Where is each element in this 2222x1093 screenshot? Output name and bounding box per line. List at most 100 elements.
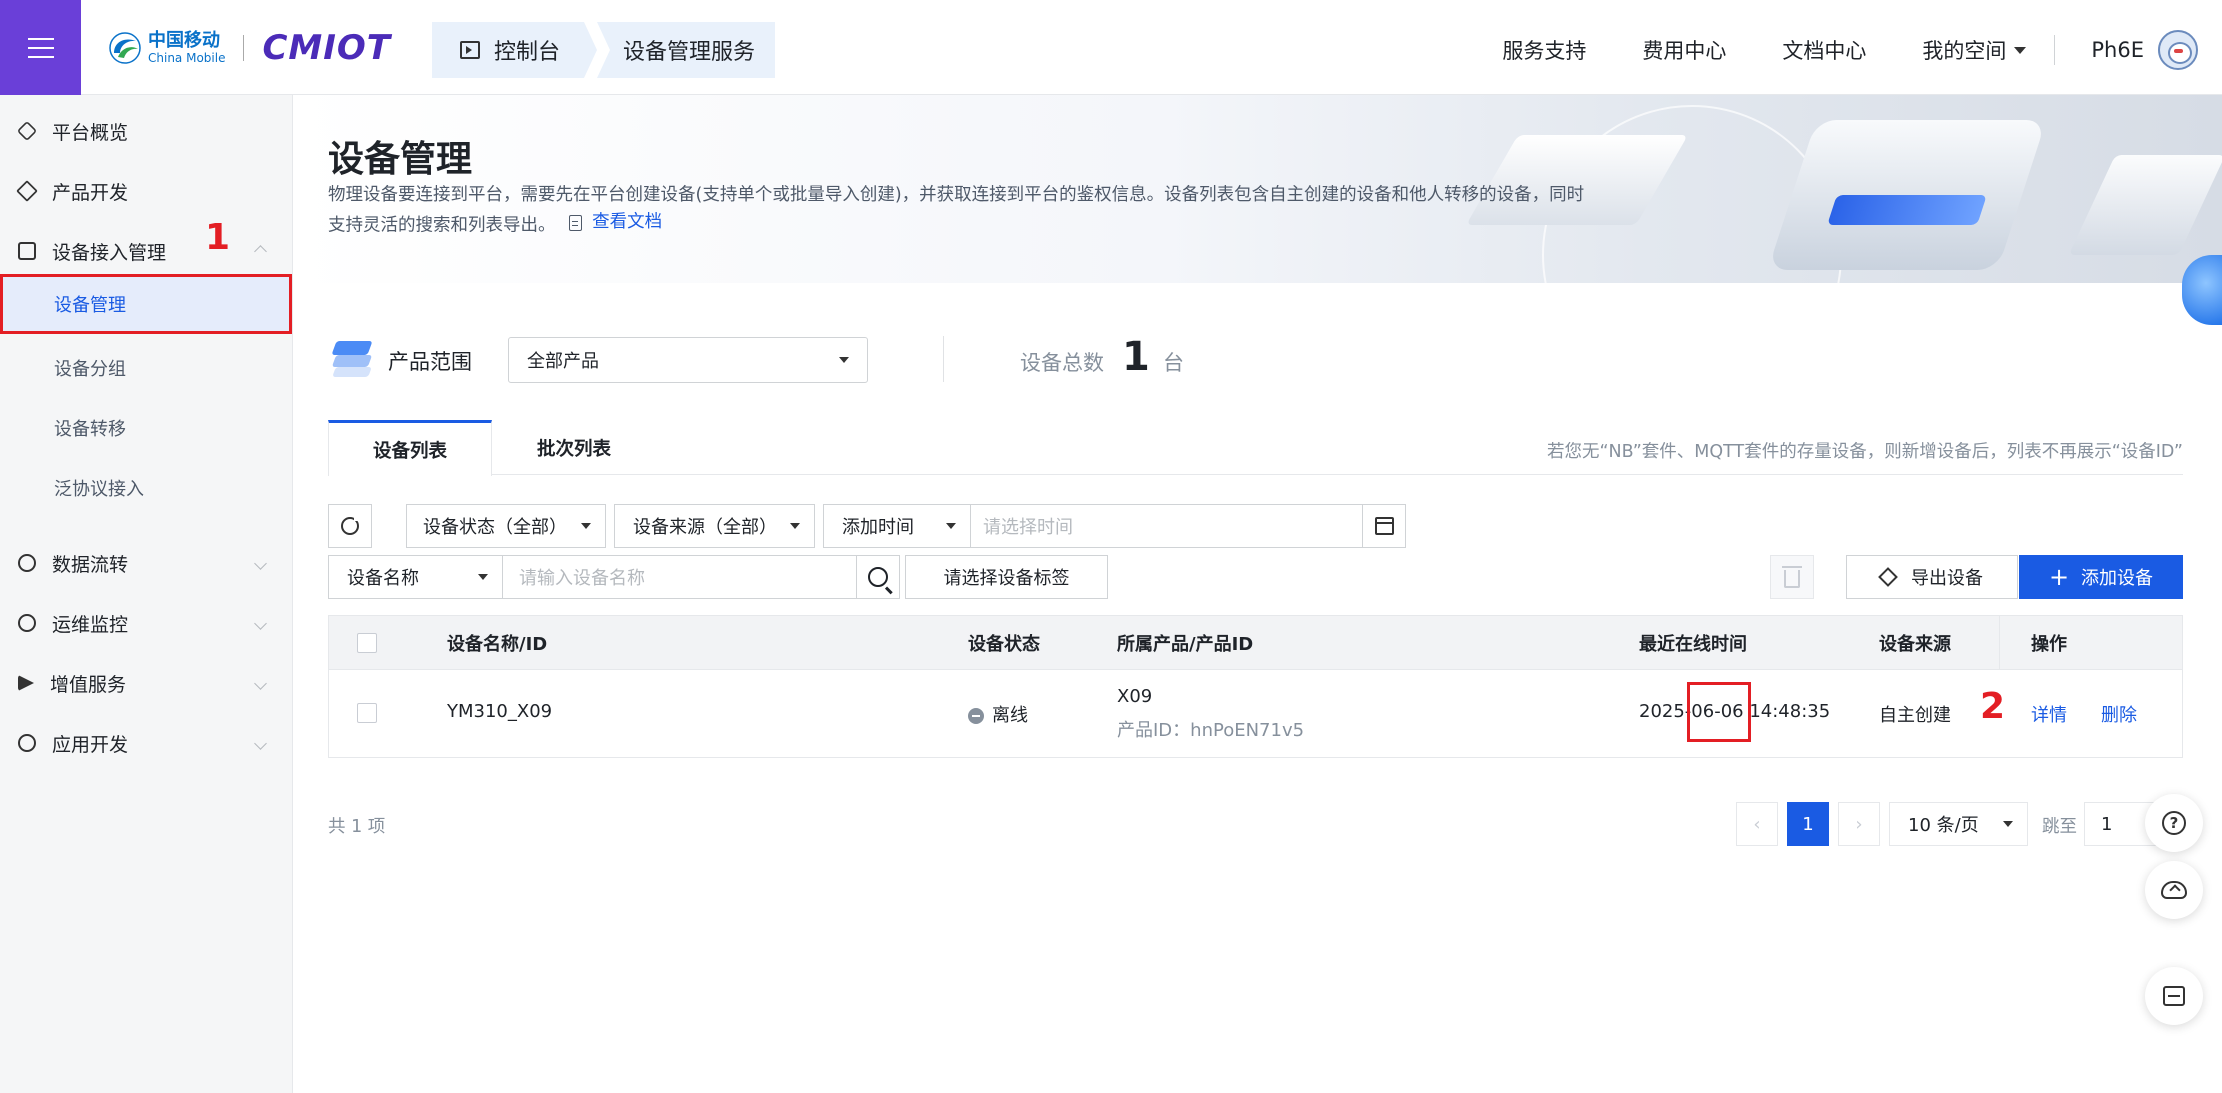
- calendar-button[interactable]: [1362, 504, 1406, 548]
- jump-label: 跳至: [2042, 817, 2077, 837]
- time-range-input[interactable]: 请选择时间: [970, 504, 1363, 548]
- device-name[interactable]: YM310_X09: [447, 701, 552, 722]
- chevron-down-icon: [254, 676, 267, 690]
- sidebar-item-label: 数据流转: [52, 553, 129, 576]
- divider: [943, 336, 944, 382]
- chevron-down-icon: [254, 616, 267, 630]
- view-docs-link[interactable]: 查看文档: [569, 209, 662, 236]
- menu-button[interactable]: [0, 0, 81, 95]
- sidebar-item-value-added[interactable]: 增值服务: [0, 653, 293, 713]
- top-nav: 服务支持 费用中心 文档中心 我的空间 Ph6E: [1502, 30, 2222, 70]
- hexagon-icon: [16, 120, 38, 142]
- plus-icon: +: [2048, 563, 2070, 591]
- source-filter[interactable]: 设备来源（全部）: [614, 504, 815, 548]
- console-icon: [460, 41, 480, 59]
- cube-icon: [16, 180, 38, 202]
- collapse-icon: [2163, 986, 2185, 1006]
- monitor-icon: [18, 614, 36, 632]
- nav-my-space[interactable]: 我的空间: [1922, 35, 2027, 65]
- china-mobile-logo-icon: [108, 31, 142, 65]
- tab-bar: 设备列表 批次列表 若您无“NB”套件、MQTT套件的存量设备，则新增设备后，列…: [328, 420, 2183, 476]
- device-name-input[interactable]: 请输入设备名称: [502, 555, 857, 599]
- nav-billing-center[interactable]: 费用中心: [1642, 35, 1726, 65]
- search-button[interactable]: [856, 555, 900, 599]
- device-status-label: 离线: [992, 705, 1028, 726]
- breadcrumb-console[interactable]: 控制台: [432, 22, 597, 78]
- tab-device-list[interactable]: 设备列表: [328, 420, 492, 476]
- product-range-label: 产品范围: [388, 350, 472, 374]
- sidebar-item-protocol-access[interactable]: 泛协议接入: [0, 458, 293, 518]
- caret-down-icon: [478, 574, 488, 580]
- sidebar-item-overview[interactable]: 平台概览: [0, 101, 293, 161]
- time-field-select[interactable]: 添加时间: [823, 504, 971, 548]
- sidebar-item-device-transfer[interactable]: 设备转移: [0, 398, 293, 458]
- breadcrumb-console-label: 控制台: [494, 40, 561, 65]
- data-flow-icon: [18, 554, 36, 572]
- page-title: 设备管理: [328, 139, 473, 180]
- device-tag-select[interactable]: 请选择设备标签: [905, 555, 1108, 599]
- annotation-step-1: 1: [205, 217, 231, 258]
- product-name: X09: [1117, 686, 1153, 707]
- cloud-upload-button[interactable]: [2145, 861, 2203, 919]
- page-description: 物理设备要连接到平台，需要先在平台创建设备(支持单个或批量导入创建)，并获取连接…: [328, 182, 1628, 240]
- select-all-checkbox[interactable]: [357, 633, 377, 653]
- status-filter[interactable]: 设备状态（全部）: [406, 504, 606, 548]
- sidebar-item-product-dev[interactable]: 产品开发: [0, 161, 293, 221]
- time-placeholder: 请选择时间: [983, 517, 1073, 538]
- page-1-button[interactable]: 1: [1787, 802, 1829, 846]
- source-filter-value: 设备来源（全部）: [633, 517, 777, 538]
- collapse-panel-button[interactable]: [2145, 967, 2203, 1025]
- help-button[interactable]: ?: [2145, 794, 2203, 852]
- col-last-online: 最近在线时间: [1639, 634, 1747, 655]
- nav-my-space-label: 我的空间: [1922, 39, 2007, 63]
- nav-service-support[interactable]: 服务支持: [1502, 35, 1586, 65]
- top-bar: 中国移动 China Mobile CMIOT 控制台 设备管理服务 服务支持 …: [0, 0, 2222, 95]
- brand-cn: 中国移动: [148, 30, 220, 51]
- device-status: 离线: [968, 701, 1028, 727]
- name-field-select[interactable]: 设备名称: [328, 555, 503, 599]
- caret-down-icon: [581, 523, 591, 529]
- delete-batch-button[interactable]: [1770, 555, 1814, 599]
- sidebar-item-label: 平台概览: [52, 121, 129, 144]
- sidebar-item-label: 增值服务: [50, 673, 127, 696]
- avatar[interactable]: [2158, 30, 2198, 70]
- assistant-robot-icon[interactable]: [2182, 255, 2222, 325]
- nav-docs-center[interactable]: 文档中心: [1782, 35, 1866, 65]
- caret-down-icon: [2003, 821, 2013, 827]
- col-device-name: 设备名称/ID: [447, 634, 548, 655]
- sidebar-item-device-access[interactable]: 设备接入管理: [0, 221, 293, 281]
- username[interactable]: Ph6E: [2091, 38, 2144, 62]
- prev-page-button[interactable]: ‹: [1736, 802, 1778, 846]
- send-icon: [18, 675, 34, 691]
- question-icon: ?: [2162, 811, 2186, 835]
- device-access-icon: [18, 242, 36, 260]
- col-actions: 操作: [2031, 634, 2067, 655]
- delete-link[interactable]: 删除: [2101, 701, 2137, 727]
- breadcrumb-device-service[interactable]: 设备管理服务: [597, 22, 775, 78]
- tab-batch-list[interactable]: 批次列表: [492, 420, 656, 475]
- device-total-count: 1: [1122, 334, 1150, 380]
- name-placeholder: 请输入设备名称: [519, 568, 645, 589]
- caret-down-icon: [839, 357, 849, 363]
- total-items: 共 1 项: [328, 817, 386, 837]
- page-size-select[interactable]: 10 条/页: [1889, 802, 2028, 846]
- next-page-button[interactable]: ›: [1838, 802, 1880, 846]
- sidebar-item-ops-monitor[interactable]: 运维监控: [0, 593, 293, 653]
- offline-status-icon: [968, 708, 984, 724]
- refresh-button[interactable]: [328, 504, 372, 548]
- sidebar-item-device-group[interactable]: 设备分组: [0, 338, 293, 398]
- sidebar-item-app-dev[interactable]: 应用开发: [0, 713, 293, 773]
- refresh-icon: [341, 515, 360, 535]
- cmiot-logo: CMIOT: [262, 28, 392, 68]
- row-checkbox[interactable]: [357, 703, 377, 723]
- chevron-down-icon: [254, 736, 267, 750]
- sidebar-item-data-flow[interactable]: 数据流转: [0, 533, 293, 593]
- export-devices-button[interactable]: 导出设备: [1846, 555, 2018, 599]
- brand-logo[interactable]: 中国移动 China Mobile CMIOT: [108, 28, 391, 68]
- chevron-up-icon: [254, 244, 267, 258]
- product-range-select[interactable]: 全部产品: [508, 337, 868, 383]
- add-device-button[interactable]: + 添加设备: [2019, 555, 2183, 599]
- sidebar-item-device-management[interactable]: 设备管理: [0, 274, 292, 334]
- detail-link[interactable]: 详情: [2031, 701, 2067, 727]
- product-range-value: 全部产品: [527, 351, 599, 372]
